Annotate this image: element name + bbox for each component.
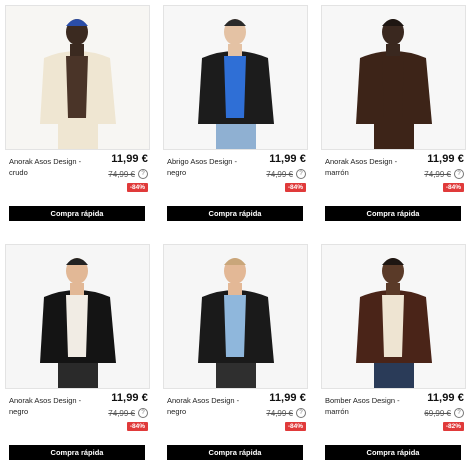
- current-price: 11,99 €: [111, 392, 148, 404]
- inner-layer: [66, 56, 88, 118]
- product-image[interactable]: [321, 244, 466, 389]
- model-figure: [164, 245, 307, 388]
- product-card[interactable]: Anorak Asos Design - marrón 11,99 € 74,9…: [321, 5, 466, 221]
- discount-badge: -84%: [442, 183, 464, 192]
- product-image[interactable]: [5, 244, 150, 389]
- discount-badge: -82%: [442, 422, 464, 431]
- product-name[interactable]: Bomber Asos Design - marrón: [325, 395, 403, 417]
- current-price: 11,99 €: [111, 153, 148, 165]
- inner-layer: [224, 56, 246, 118]
- inner-layer: [382, 295, 404, 357]
- discount-badge: -84%: [126, 422, 148, 431]
- product-card[interactable]: Anorak Asos Design - crudo 11,99 € 74,99…: [5, 5, 150, 221]
- original-price: 74,99 €: [266, 408, 293, 418]
- discount-badge: -84%: [284, 422, 306, 431]
- price-info-icon[interactable]: ?: [454, 408, 464, 418]
- product-card[interactable]: Anorak Asos Design - negro 11,99 € 74,99…: [163, 244, 308, 460]
- product-name[interactable]: Abrigo Asos Design - negro: [167, 156, 245, 178]
- original-price: 74,99 €: [266, 169, 293, 179]
- original-price: 74,99 €: [108, 169, 135, 179]
- product-name[interactable]: Anorak Asos Design - crudo: [9, 156, 87, 178]
- product-image[interactable]: [163, 244, 308, 389]
- product-name[interactable]: Anorak Asos Design - marrón: [325, 156, 403, 178]
- current-price: 11,99 €: [427, 392, 464, 404]
- product-name[interactable]: Anorak Asos Design - negro: [9, 395, 87, 417]
- product-card[interactable]: Abrigo Asos Design - negro 11,99 € 74,99…: [163, 5, 308, 221]
- neck: [228, 44, 242, 56]
- inner-layer: [382, 56, 404, 118]
- neck: [386, 283, 400, 295]
- product-card[interactable]: Bomber Asos Design - marrón 11,99 € 69,9…: [321, 244, 466, 460]
- model-figure: [164, 6, 307, 149]
- model-figure: [322, 6, 465, 149]
- price-info-icon[interactable]: ?: [296, 408, 306, 418]
- original-price: 74,99 €: [108, 408, 135, 418]
- current-price: 11,99 €: [427, 153, 464, 165]
- quick-buy-button[interactable]: Compra rápida: [325, 445, 461, 460]
- neck: [228, 283, 242, 295]
- product-card[interactable]: Anorak Asos Design - negro 11,99 € 74,99…: [5, 244, 150, 460]
- product-image[interactable]: [163, 5, 308, 150]
- original-price: 74,99 €: [424, 169, 451, 179]
- quick-buy-button[interactable]: Compra rápida: [167, 445, 303, 460]
- product-name[interactable]: Anorak Asos Design - negro: [167, 395, 245, 417]
- product-image[interactable]: [321, 5, 466, 150]
- current-price: 11,99 €: [269, 153, 306, 165]
- quick-buy-button[interactable]: Compra rápida: [325, 206, 461, 221]
- inner-layer: [66, 295, 88, 357]
- quick-buy-button[interactable]: Compra rápida: [9, 206, 145, 221]
- model-figure: [6, 6, 149, 149]
- original-price: 69,99 €: [424, 408, 451, 418]
- price-info-icon[interactable]: ?: [138, 169, 148, 179]
- product-image[interactable]: [5, 5, 150, 150]
- neck: [70, 283, 84, 295]
- discount-badge: -84%: [284, 183, 306, 192]
- neck: [70, 44, 84, 56]
- price-info-icon[interactable]: ?: [296, 169, 306, 179]
- price-info-icon[interactable]: ?: [454, 169, 464, 179]
- discount-badge: -84%: [126, 183, 148, 192]
- neck: [386, 44, 400, 56]
- inner-layer: [224, 295, 246, 357]
- quick-buy-button[interactable]: Compra rápida: [167, 206, 303, 221]
- current-price: 11,99 €: [269, 392, 306, 404]
- model-figure: [6, 245, 149, 388]
- model-figure: [322, 245, 465, 388]
- quick-buy-button[interactable]: Compra rápida: [9, 445, 145, 460]
- price-info-icon[interactable]: ?: [138, 408, 148, 418]
